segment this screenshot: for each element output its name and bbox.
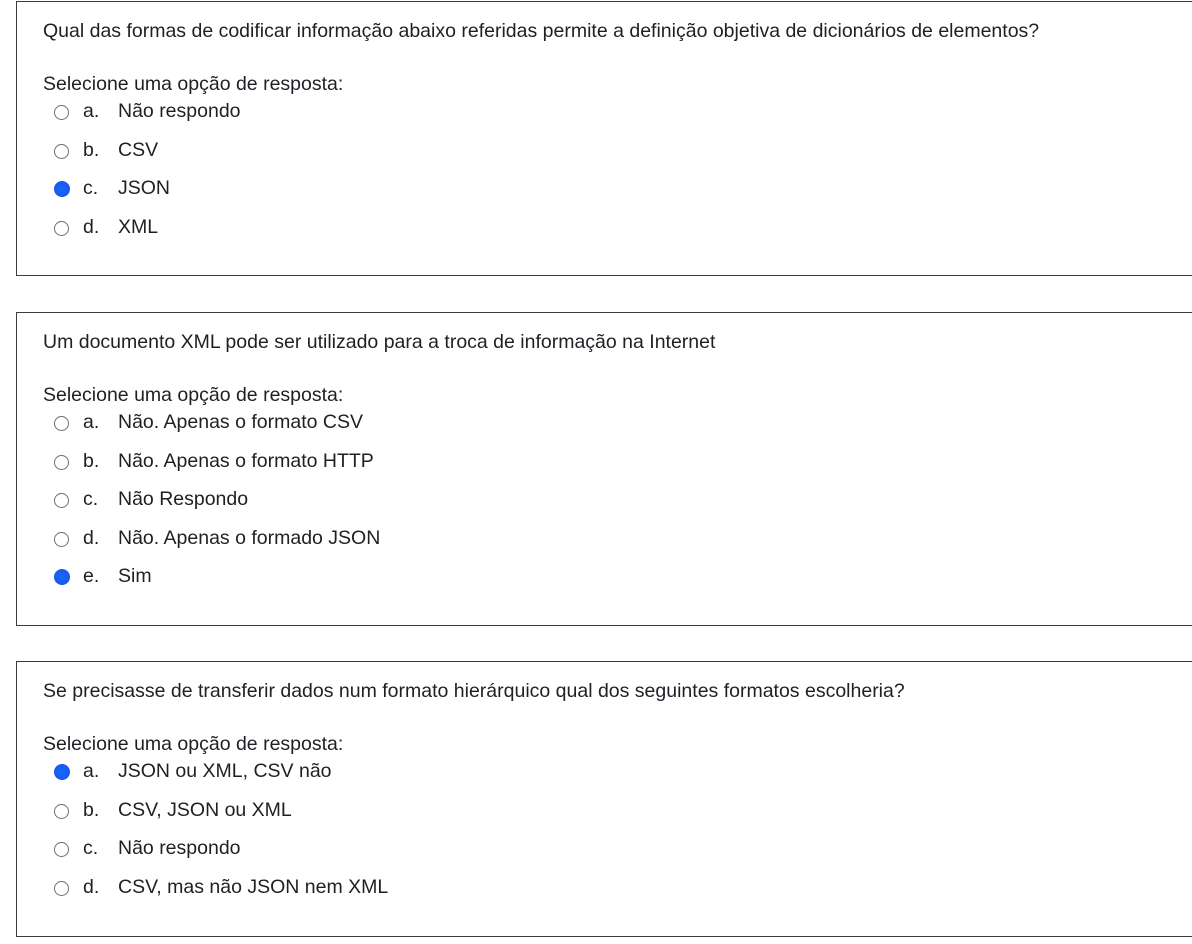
answer-label[interactable]: CSV, mas não JSON nem XML <box>118 875 388 899</box>
question-text: Se precisasse de transferir dados num fo… <box>43 680 905 702</box>
answer-option-d[interactable]: d. XML <box>17 215 1192 254</box>
radio-button[interactable] <box>54 569 70 585</box>
answer-label[interactable]: Sim <box>118 564 152 588</box>
answer-letter: b. <box>83 449 100 472</box>
answer-label[interactable]: Não respondo <box>118 836 241 860</box>
answer-option-c[interactable]: c. Não Respondo <box>17 487 1192 526</box>
answer-option-b[interactable]: b. Não. Apenas o formato HTTP <box>17 449 1192 488</box>
radio-button[interactable] <box>54 454 69 470</box>
answer-option-a[interactable]: a. Não. Apenas o formato CSV <box>17 410 1192 449</box>
answer-option-a[interactable]: a. Não respondo <box>17 99 1192 138</box>
answer-option-c[interactable]: c. Não respondo <box>17 836 1192 875</box>
answer-letter: a. <box>83 100 100 122</box>
answer-letter: e. <box>83 565 100 587</box>
radio-button[interactable] <box>54 105 69 120</box>
radio-button[interactable] <box>54 416 69 431</box>
answer-letter: c. <box>83 837 99 859</box>
answer-prompt: Selecione uma opção de resposta: <box>43 73 344 95</box>
answer-option-d[interactable]: d. CSV, mas não JSON nem XML <box>17 875 1192 914</box>
answer-letter: a. <box>83 411 100 433</box>
answer-label[interactable]: Não. Apenas o formato CSV <box>118 410 363 434</box>
answer-option-c[interactable]: c. JSON <box>17 176 1192 215</box>
answer-letter: c. <box>83 177 99 199</box>
answer-label[interactable]: Não. Apenas o formado JSON <box>118 526 380 550</box>
radio-button[interactable] <box>54 220 69 236</box>
answer-label[interactable]: Não respondo <box>118 99 241 123</box>
answer-letter: b. <box>83 798 100 821</box>
answer-letter: c. <box>83 488 99 510</box>
answer-label[interactable]: JSON ou XML, CSV não <box>118 759 332 783</box>
answer-letter: d. <box>83 875 100 898</box>
answer-prompt: Selecione uma opção de resposta: <box>43 733 344 755</box>
answer-option-b[interactable]: b. CSV <box>17 138 1192 177</box>
answer-option-a[interactable]: a. JSON ou XML, CSV não <box>17 759 1192 798</box>
radio-button[interactable] <box>54 842 69 857</box>
answer-letter: b. <box>83 138 100 161</box>
radio-button[interactable] <box>54 143 69 159</box>
answer-option-d[interactable]: d. Não. Apenas o formado JSON <box>17 526 1192 565</box>
answer-list: a. Não. Apenas o formato CSV b. Não. Ape… <box>17 410 1192 603</box>
answer-label[interactable]: JSON <box>118 176 170 200</box>
radio-button[interactable] <box>54 181 70 197</box>
answer-option-e[interactable]: e. Sim <box>17 564 1192 603</box>
answer-label[interactable]: XML <box>118 215 158 239</box>
radio-button[interactable] <box>54 803 69 819</box>
answer-letter: d. <box>83 526 100 549</box>
radio-button[interactable] <box>54 493 69 508</box>
radio-button[interactable] <box>54 764 70 780</box>
answer-letter: d. <box>83 215 100 238</box>
question-card-3: Se precisasse de transferir dados num fo… <box>16 661 1192 937</box>
radio-button[interactable] <box>54 531 69 547</box>
answer-label[interactable]: CSV <box>118 138 158 162</box>
radio-button[interactable] <box>54 880 69 896</box>
answer-letter: a. <box>83 760 100 782</box>
answer-list: a. Não respondo b. CSV c. JSON d. XML <box>17 99 1192 253</box>
quiz-page: Qual das formas de codificar informação … <box>0 0 1192 944</box>
question-text: Qual das formas de codificar informação … <box>43 20 1040 42</box>
question-card-1: Qual das formas de codificar informação … <box>16 1 1192 276</box>
question-card-2: Um documento XML pode ser utilizado para… <box>16 312 1192 626</box>
answer-option-b[interactable]: b. CSV, JSON ou XML <box>17 798 1192 837</box>
answer-label[interactable]: Não. Apenas o formato HTTP <box>118 449 374 473</box>
question-text: Um documento XML pode ser utilizado para… <box>43 331 716 353</box>
answer-list: a. JSON ou XML, CSV não b. CSV, JSON ou … <box>17 759 1192 913</box>
answer-prompt: Selecione uma opção de resposta: <box>43 384 344 406</box>
answer-label[interactable]: Não Respondo <box>118 487 248 511</box>
answer-label[interactable]: CSV, JSON ou XML <box>118 798 292 822</box>
